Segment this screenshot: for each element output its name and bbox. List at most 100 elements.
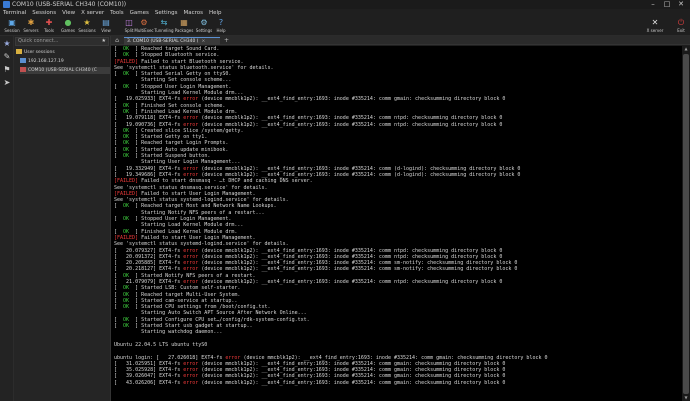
quick-connect-star-icon[interactable]: ★	[102, 38, 106, 45]
title-bar: COM10 (USB-SERIAL CH340 (COM10)) – □ ✕	[0, 0, 690, 9]
terminal-segment: [	[114, 102, 124, 109]
maximize-button[interactable]: □	[660, 0, 674, 9]
terminal-segment: (device mmcblk1p2): __ext4_find_entry:16…	[198, 360, 506, 367]
folder-icon	[16, 49, 22, 54]
terminal-segment: See 'systemctl status bluetooth.service'…	[114, 64, 274, 71]
tab-close-icon[interactable]: ×	[202, 39, 206, 44]
terminal-segment: (device mmcblk1p2): __ext4_find_entry:16…	[198, 253, 503, 260]
terminal-segment: [FAILED]	[114, 190, 139, 197]
terminal-segment: error	[183, 121, 199, 128]
menu-tools[interactable]: Tools	[107, 9, 127, 17]
terminal-segment: (device mmcblk1p2): __ext4_find_entry:16…	[198, 121, 503, 128]
terminal-segment: ] Created slice Slice /system/getty.	[129, 127, 244, 134]
terminal-segment: ] Started LSB: Custom self-starter.	[129, 285, 241, 292]
terminal-segment: ] Started Suspend button.	[129, 153, 211, 160]
terminal-segment: error	[183, 373, 199, 380]
terminal-segment: ] Started Auto update minibook.	[129, 146, 229, 153]
terminal-segment: error	[225, 354, 241, 361]
terminal-segment: Starting User Login Management...	[114, 159, 241, 166]
tree-item-serial-session[interactable]: COM10 (USB-SERIAL CH340 (C	[20, 67, 110, 74]
terminal-segment: [	[114, 216, 124, 223]
view-button[interactable]: ▤ View	[97, 18, 115, 35]
terminal-scrollbar[interactable]: ▲ ▼	[682, 46, 690, 401]
star-icon[interactable]: ★	[2, 39, 12, 49]
terminal-segment: [ 31.025951] EXT4-fs	[114, 360, 184, 367]
window-controls: – □ ✕	[646, 0, 688, 9]
terminal-segment: Failed to start User Login Management.	[138, 234, 256, 241]
multiexec-icon: ⚙	[140, 18, 148, 27]
menu-bar: Terminal Sessions View X server Tools Ga…	[0, 9, 690, 17]
scroll-thumb[interactable]	[683, 54, 689, 394]
terminal-segment: [FAILED]	[114, 178, 139, 185]
terminal-output[interactable]: [ OK ] Reached target Sound Card.[ OK ] …	[111, 46, 682, 401]
menu-x-server[interactable]: X server	[78, 9, 107, 17]
terminal-segment: ] Started Serial Getty on ttyS0.	[129, 71, 232, 78]
terminal-segment: [ 19.332949] EXT4-fs	[114, 165, 184, 172]
help-icon: ?	[218, 18, 224, 27]
terminal-segment: error	[183, 266, 199, 273]
terminal-segment: [	[114, 127, 124, 134]
terminal-segment: [FAILED]	[114, 58, 139, 65]
session-icon: ▣	[8, 18, 16, 27]
sftp-strip-icon[interactable]: ➤	[2, 78, 12, 88]
terminal-segment: Starting Auto Switch APT Source After Ne…	[114, 310, 307, 317]
tab-bar: ⌂ 3. COM10 (USB-SERIAL CH340 (× +	[111, 36, 690, 45]
macros-strip-icon[interactable]: ⚑	[2, 65, 12, 75]
terminal-segment: (device mmcblk1p2): __ext4_find_entry:16…	[198, 115, 503, 122]
new-tab-icon[interactable]: +	[224, 37, 229, 44]
terminal-segment: (device mmcblk1p2): __ext4_find_entry:16…	[198, 373, 506, 380]
terminal-segment: (device mmcblk1p2): __ext4_find_entry:16…	[198, 171, 521, 178]
terminal-segment: error	[183, 171, 199, 178]
menu-view[interactable]: View	[59, 9, 78, 17]
toolbar: ▣ Session ✱ Servers ✚ Tools ● Games ★ Sessions ▤ Vi…	[0, 17, 690, 36]
quick-connect-input[interactable]: Quick connect... ★	[15, 37, 109, 46]
terminal-segment: error	[183, 115, 199, 122]
x-server-button[interactable]: ✕ X server	[646, 18, 664, 35]
games-icon: ●	[64, 18, 72, 27]
terminal-segment: ] Reached target Login Prompts.	[129, 140, 229, 147]
exit-icon: ⏻	[677, 18, 685, 27]
close-window-button[interactable]: ✕	[674, 0, 688, 9]
terminal-segment: [ 20.079327] EXT4-fs	[114, 247, 184, 254]
terminal-segment: error	[183, 253, 199, 260]
terminal-segment: [	[114, 153, 124, 160]
terminal-segment: ] Finished Load Kernel Module drm.	[129, 108, 238, 115]
home-tab-icon[interactable]: ⌂	[113, 37, 121, 44]
tools-strip-icon[interactable]: ✎	[2, 52, 12, 62]
serial-session-icon	[20, 67, 26, 72]
terminal-segment: [	[114, 297, 124, 304]
menu-settings[interactable]: Settings	[152, 9, 181, 17]
terminal-segment: ] Stopped User Login Management.	[129, 83, 232, 90]
terminal-segment: ] Reached target Host and Network Name L…	[129, 203, 277, 210]
scroll-up-icon[interactable]: ▲	[682, 46, 690, 52]
menu-sessions[interactable]: Sessions	[29, 9, 59, 17]
terminal-segment: ] Finished Set console scheme.	[129, 102, 226, 109]
menu-help[interactable]: Help	[206, 9, 225, 17]
toolbar-label: Exit	[677, 28, 685, 33]
terminal-segment: [	[114, 134, 124, 141]
tab-com10[interactable]: 3. COM10 (USB-SERIAL CH340 (×	[124, 37, 220, 45]
menu-macros[interactable]: Macros	[180, 9, 206, 17]
terminal-segment: [ 19.079118] EXT4-fs	[114, 115, 184, 122]
menu-games[interactable]: Games	[127, 9, 152, 17]
terminal-segment: [	[114, 146, 124, 153]
terminal-segment: [	[114, 228, 124, 235]
terminal-segment: [ 20.091372] EXT4-fs	[114, 253, 184, 260]
terminal-segment: ] Reached target Sound Card.	[129, 46, 220, 52]
scroll-down-icon[interactable]: ▼	[682, 395, 690, 401]
terminal-segment: Starting watchdog daemon...	[114, 329, 223, 336]
terminal-segment: Starting Load Kernel Module drm...	[114, 90, 244, 97]
terminal-segment: ] Started cam-service at startup..	[129, 297, 238, 304]
help-button[interactable]: ? Help	[212, 18, 230, 35]
terminal-segment: See 'systemctl status systemd-logind.ser…	[114, 197, 289, 204]
tab-label: 3. COM10 (USB-SERIAL CH340 (	[127, 39, 199, 44]
tree-item-user-sessions[interactable]: User sessions	[16, 49, 55, 56]
terminal-segment: [	[114, 272, 124, 279]
terminal-segment: ] Started Getty on tty1.	[129, 134, 208, 141]
exit-button[interactable]: ⏻ Exit	[672, 18, 690, 35]
terminal-segment: error	[183, 165, 199, 172]
minimize-button[interactable]: –	[646, 0, 660, 9]
menu-terminal[interactable]: Terminal	[0, 9, 29, 17]
tree-item-ssh-session[interactable]: 192.168.127.19	[20, 58, 64, 65]
terminal-segment: error	[183, 247, 199, 254]
